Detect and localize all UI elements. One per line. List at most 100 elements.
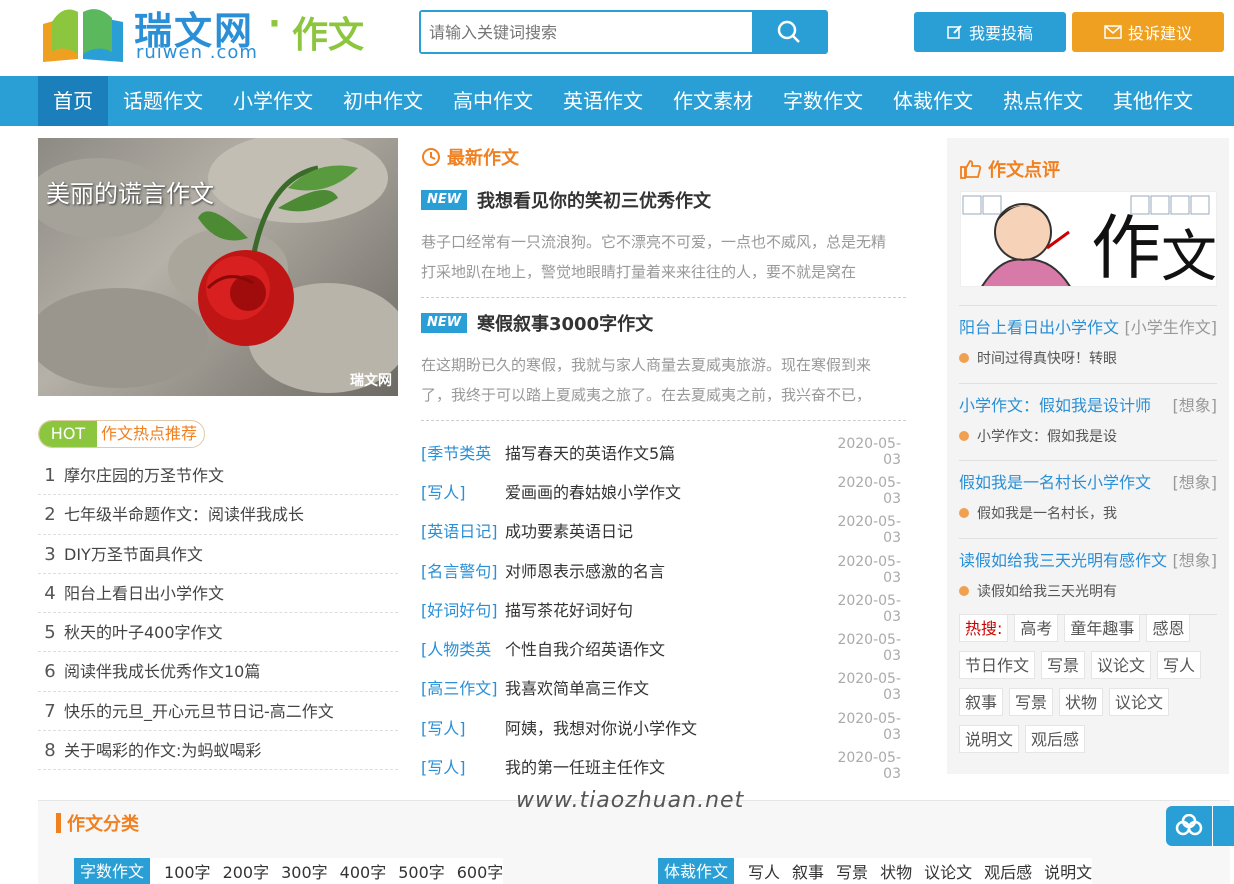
review-title[interactable]: 假如我是一名村长小学作文 xyxy=(959,469,1151,493)
category-link[interactable]: 说明文 xyxy=(1044,859,1092,883)
news-title[interactable]: 描写春天的英语作文5篇 xyxy=(505,440,821,464)
article-title[interactable]: 寒假叙事3000字作文 xyxy=(477,310,653,336)
news-category[interactable]: [写人] xyxy=(421,754,505,778)
category-link[interactable]: 200字 xyxy=(223,859,270,883)
news-category[interactable]: [英语日记] xyxy=(421,518,505,542)
category-label[interactable]: 字数作文 xyxy=(74,858,151,884)
tag-link[interactable]: 写人 xyxy=(1157,651,1202,679)
news-title[interactable]: 成功要素英语日记 xyxy=(505,518,821,542)
news-row[interactable]: [写人] 我的第一任班主任作文 2020-05-03 xyxy=(421,746,901,785)
featured-banner[interactable]: 美丽的谎言作文 瑞文网 xyxy=(38,138,398,396)
nav-item-other[interactable]: 其他作文 xyxy=(1098,76,1208,126)
news-title[interactable]: 对师恩表示感激的名言 xyxy=(505,558,821,582)
review-tag[interactable]: [想象] xyxy=(1173,469,1218,493)
floating-side-tab[interactable] xyxy=(1212,806,1234,846)
news-row[interactable]: [好词好句] 描写茶花好词好句 2020-05-03 xyxy=(421,589,901,628)
review-image[interactable]: 作 文 xyxy=(960,191,1217,287)
review-title[interactable]: 读假如给我三天光明有感作文 xyxy=(959,547,1167,571)
tag-link[interactable]: 说明文 xyxy=(959,725,1020,753)
news-category[interactable]: [高三作文] xyxy=(421,675,505,699)
list-item[interactable]: 4 阳台上看日出小学作文 xyxy=(38,574,398,614)
floating-share-button[interactable] xyxy=(1166,806,1212,846)
tag-link[interactable]: 节日作文 xyxy=(959,651,1036,679)
news-title[interactable]: 我喜欢简单高三作文 xyxy=(505,675,821,699)
list-item-title[interactable]: 关于喝彩的作文:为蚂蚁喝彩 xyxy=(62,731,261,769)
nav-item-genre[interactable]: 体裁作文 xyxy=(878,76,988,126)
tag-link[interactable]: 感恩 xyxy=(1146,614,1191,642)
review-title[interactable]: 小学作文：假如我是设计师 xyxy=(959,392,1151,416)
news-category[interactable]: [季节类英 xyxy=(421,440,505,464)
tag-link[interactable]: 观后感 xyxy=(1025,725,1086,753)
category-link[interactable]: 叙事 xyxy=(792,859,824,883)
category-link[interactable]: 状物 xyxy=(880,859,912,883)
list-item[interactable]: 1 摩尔庄园的万圣节作文 xyxy=(38,456,398,496)
tag-link[interactable]: 议论文 xyxy=(1109,688,1170,716)
list-item[interactable]: 8 关于喝彩的作文:为蚂蚁喝彩 xyxy=(38,731,398,771)
category-link[interactable]: 600字 xyxy=(457,859,504,883)
category-link[interactable]: 观后感 xyxy=(984,859,1032,883)
tag-link[interactable]: 高考 xyxy=(1014,614,1059,642)
review-item[interactable]: 读假如给我三天光明有感作文 [想象] 读假如给我三天光明有 xyxy=(959,537,1218,615)
news-row[interactable]: [写人] 爱画画的春姑娘小学作文 2020-05-03 xyxy=(421,471,901,510)
category-link[interactable]: 300字 xyxy=(281,859,328,883)
tag-link[interactable]: 写景 xyxy=(1041,651,1086,679)
review-item[interactable]: 假如我是一名村长小学作文 [想象] 假如我是一名村长，我 xyxy=(959,460,1217,538)
nav-item-english[interactable]: 英语作文 xyxy=(548,76,658,126)
news-row[interactable]: [英语日记] 成功要素英语日记 2020-05-03 xyxy=(421,511,901,550)
news-category[interactable]: [名言警句] xyxy=(421,558,505,582)
review-item[interactable]: 阳台上看日出小学作文 [小学生作文] 时间过得真快呀！转眼 xyxy=(959,305,1217,383)
nav-item-home[interactable]: 首页 xyxy=(38,76,108,126)
news-row[interactable]: [名言警句] 对师恩表示感激的名言 2020-05-03 xyxy=(421,550,901,589)
nav-item-hot[interactable]: 热点作文 xyxy=(988,76,1098,126)
list-item[interactable]: 3 DIY万圣节面具作文 xyxy=(38,535,398,574)
list-item-title[interactable]: DIY万圣节面具作文 xyxy=(62,535,203,573)
nav-item-senior[interactable]: 高中作文 xyxy=(438,76,548,126)
news-title[interactable]: 描写茶花好词好句 xyxy=(505,597,821,621)
news-row[interactable]: [人物类英 个性自我介绍英语作文 2020-05-03 xyxy=(421,628,901,667)
review-title[interactable]: 阳台上看日出小学作文 xyxy=(959,314,1119,338)
tag-link[interactable]: 写景 xyxy=(1009,688,1054,716)
review-tag[interactable]: [想象] xyxy=(1173,547,1218,571)
review-tag[interactable]: [想象] xyxy=(1173,392,1218,416)
nav-item-junior[interactable]: 初中作文 xyxy=(328,76,438,126)
search-button[interactable] xyxy=(752,12,826,52)
news-row[interactable]: [高三作文] 我喜欢简单高三作文 2020-05-03 xyxy=(421,668,901,707)
category-link[interactable]: 500字 xyxy=(398,859,445,883)
category-link[interactable]: 400字 xyxy=(340,859,387,883)
nav-item-material[interactable]: 作文素材 xyxy=(658,76,768,126)
news-category[interactable]: [写人] xyxy=(421,479,505,503)
news-row[interactable]: [季节类英 描写春天的英语作文5篇 2020-05-03 xyxy=(421,432,901,471)
news-row[interactable]: [写人] 阿姨，我想对你说小学作文 2020-05-03 xyxy=(421,707,901,746)
nav-item-topic[interactable]: 话题作文 xyxy=(108,76,218,126)
list-item[interactable]: 5 秋天的叶子400字作文 xyxy=(38,613,398,653)
tag-link[interactable]: 议论文 xyxy=(1091,651,1152,679)
news-title[interactable]: 爱画画的春姑娘小学作文 xyxy=(505,479,821,503)
news-title[interactable]: 阿姨，我想对你说小学作文 xyxy=(505,715,821,739)
list-item-title[interactable]: 摩尔庄园的万圣节作文 xyxy=(62,456,224,494)
tag-link[interactable]: 叙事 xyxy=(959,688,1004,716)
submit-article-button[interactable]: 我要投稿 xyxy=(914,12,1066,52)
featured-article[interactable]: NEW 寒假叙事3000字作文 在这期盼已久的寒假，我就与家人商量去夏威夷旅游。… xyxy=(421,310,906,421)
site-logo[interactable]: 瑞文网 ruiwen .com · 作文 xyxy=(38,0,378,70)
article-title[interactable]: 我想看见你的笑初三优秀作文 xyxy=(477,187,711,213)
tag-link[interactable]: 童年趣事 xyxy=(1064,614,1141,642)
news-title[interactable]: 个性自我介绍英语作文 xyxy=(505,636,821,660)
tag-link[interactable]: 状物 xyxy=(1059,688,1104,716)
news-category[interactable]: [好词好句] xyxy=(421,597,505,621)
list-item[interactable]: 7 快乐的元旦_开心元旦节日记-高二作文 xyxy=(38,692,398,732)
search-input[interactable] xyxy=(421,12,754,52)
list-item[interactable]: 2 七年级半命题作文：阅读伴我成长 xyxy=(38,495,398,535)
review-tag[interactable]: [小学生作文] xyxy=(1125,314,1218,338)
list-item-title[interactable]: 快乐的元旦_开心元旦节日记-高二作文 xyxy=(62,692,334,730)
nav-item-primary[interactable]: 小学作文 xyxy=(218,76,328,126)
list-item-title[interactable]: 秋天的叶子400字作文 xyxy=(62,613,223,651)
list-item[interactable]: 6 阅读伴我成长优秀作文10篇 xyxy=(38,652,398,692)
news-category[interactable]: [写人] xyxy=(421,715,505,739)
review-item[interactable]: 小学作文：假如我是设计师 [想象] 小学作文：假如我是设 xyxy=(959,382,1218,461)
list-item-title[interactable]: 阳台上看日出小学作文 xyxy=(62,574,224,612)
category-link[interactable]: 议论文 xyxy=(924,859,972,883)
list-item-title[interactable]: 阅读伴我成长优秀作文10篇 xyxy=(62,652,260,690)
feedback-button[interactable]: 投诉建议 xyxy=(1072,12,1224,52)
category-link[interactable]: 写人 xyxy=(748,859,780,883)
list-item-title[interactable]: 七年级半命题作文：阅读伴我成长 xyxy=(62,495,304,533)
